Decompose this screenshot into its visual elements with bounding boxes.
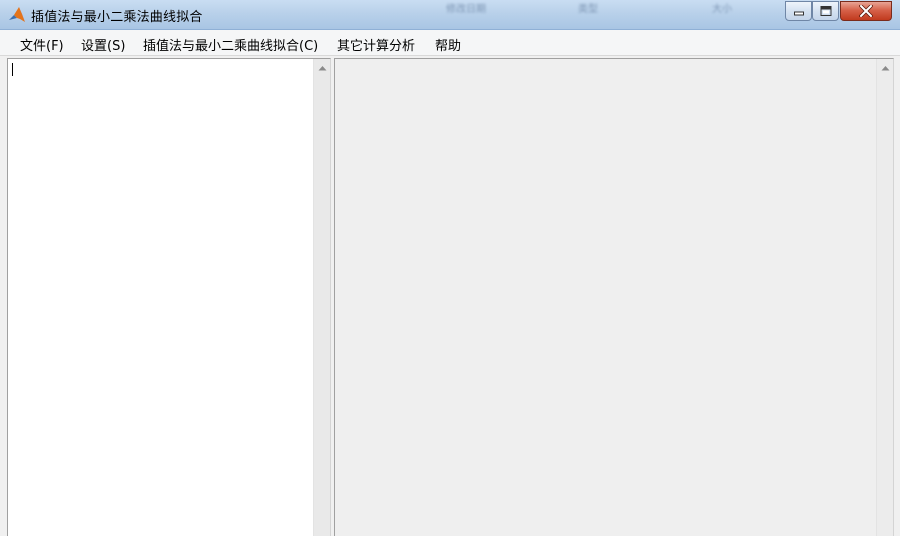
menu-file[interactable]: 文件(F)	[20, 35, 64, 54]
minimize-button[interactable]	[785, 1, 812, 21]
maximize-button[interactable]	[812, 1, 839, 21]
output-scrollbar[interactable]	[876, 59, 893, 536]
window-title: 插值法与最小二乘法曲线拟合	[31, 10, 203, 25]
background-column-date: 修改日期	[446, 4, 486, 15]
close-icon	[859, 5, 873, 17]
minimize-icon	[793, 11, 804, 16]
client-area	[0, 56, 900, 536]
background-column-type: 类型	[578, 4, 598, 15]
output-panel[interactable]	[334, 58, 894, 536]
scroll-up-arrow-icon[interactable]	[318, 65, 327, 71]
close-button[interactable]	[840, 1, 892, 21]
background-column-size: 大小	[712, 4, 732, 15]
maximize-icon	[820, 6, 831, 16]
menu-help[interactable]: 帮助	[435, 35, 461, 54]
matlab-icon[interactable]	[8, 6, 26, 24]
menu-bar: 文件(F) 设置(S) 插值法与最小二乘曲线拟合(C) 其它计算分析 帮助	[0, 30, 900, 56]
menu-other-analysis[interactable]: 其它计算分析	[337, 35, 415, 54]
text-caret	[12, 63, 13, 76]
menu-settings[interactable]: 设置(S)	[81, 35, 125, 54]
title-bar[interactable]: 插值法与最小二乘法曲线拟合 修改日期 类型 大小	[0, 0, 900, 30]
menu-curve-fitting[interactable]: 插值法与最小二乘曲线拟合(C)	[143, 35, 318, 54]
input-scrollbar[interactable]	[313, 59, 330, 536]
scroll-up-arrow-icon[interactable]	[881, 65, 890, 71]
input-text-area[interactable]	[7, 58, 331, 536]
